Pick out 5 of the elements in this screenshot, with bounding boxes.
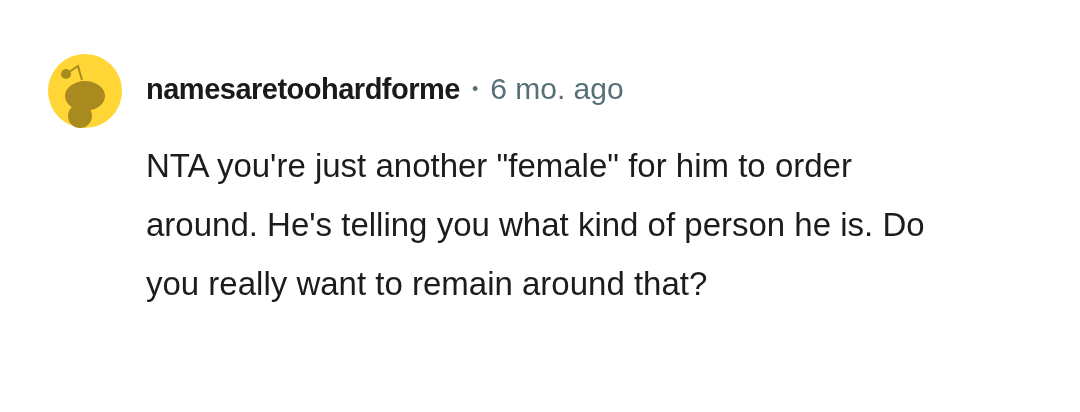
username[interactable]: namesaretoohardforme <box>146 72 460 106</box>
comment-time: 6 mo. ago <box>490 72 624 106</box>
comment-text: NTA you're just another "female" for him to order around. He's telling you what kind of person he is. Do you really want to remain around that? <box>146 146 926 304</box>
separator-dot: • <box>471 78 479 100</box>
avatar-icon[interactable] <box>48 54 122 128</box>
